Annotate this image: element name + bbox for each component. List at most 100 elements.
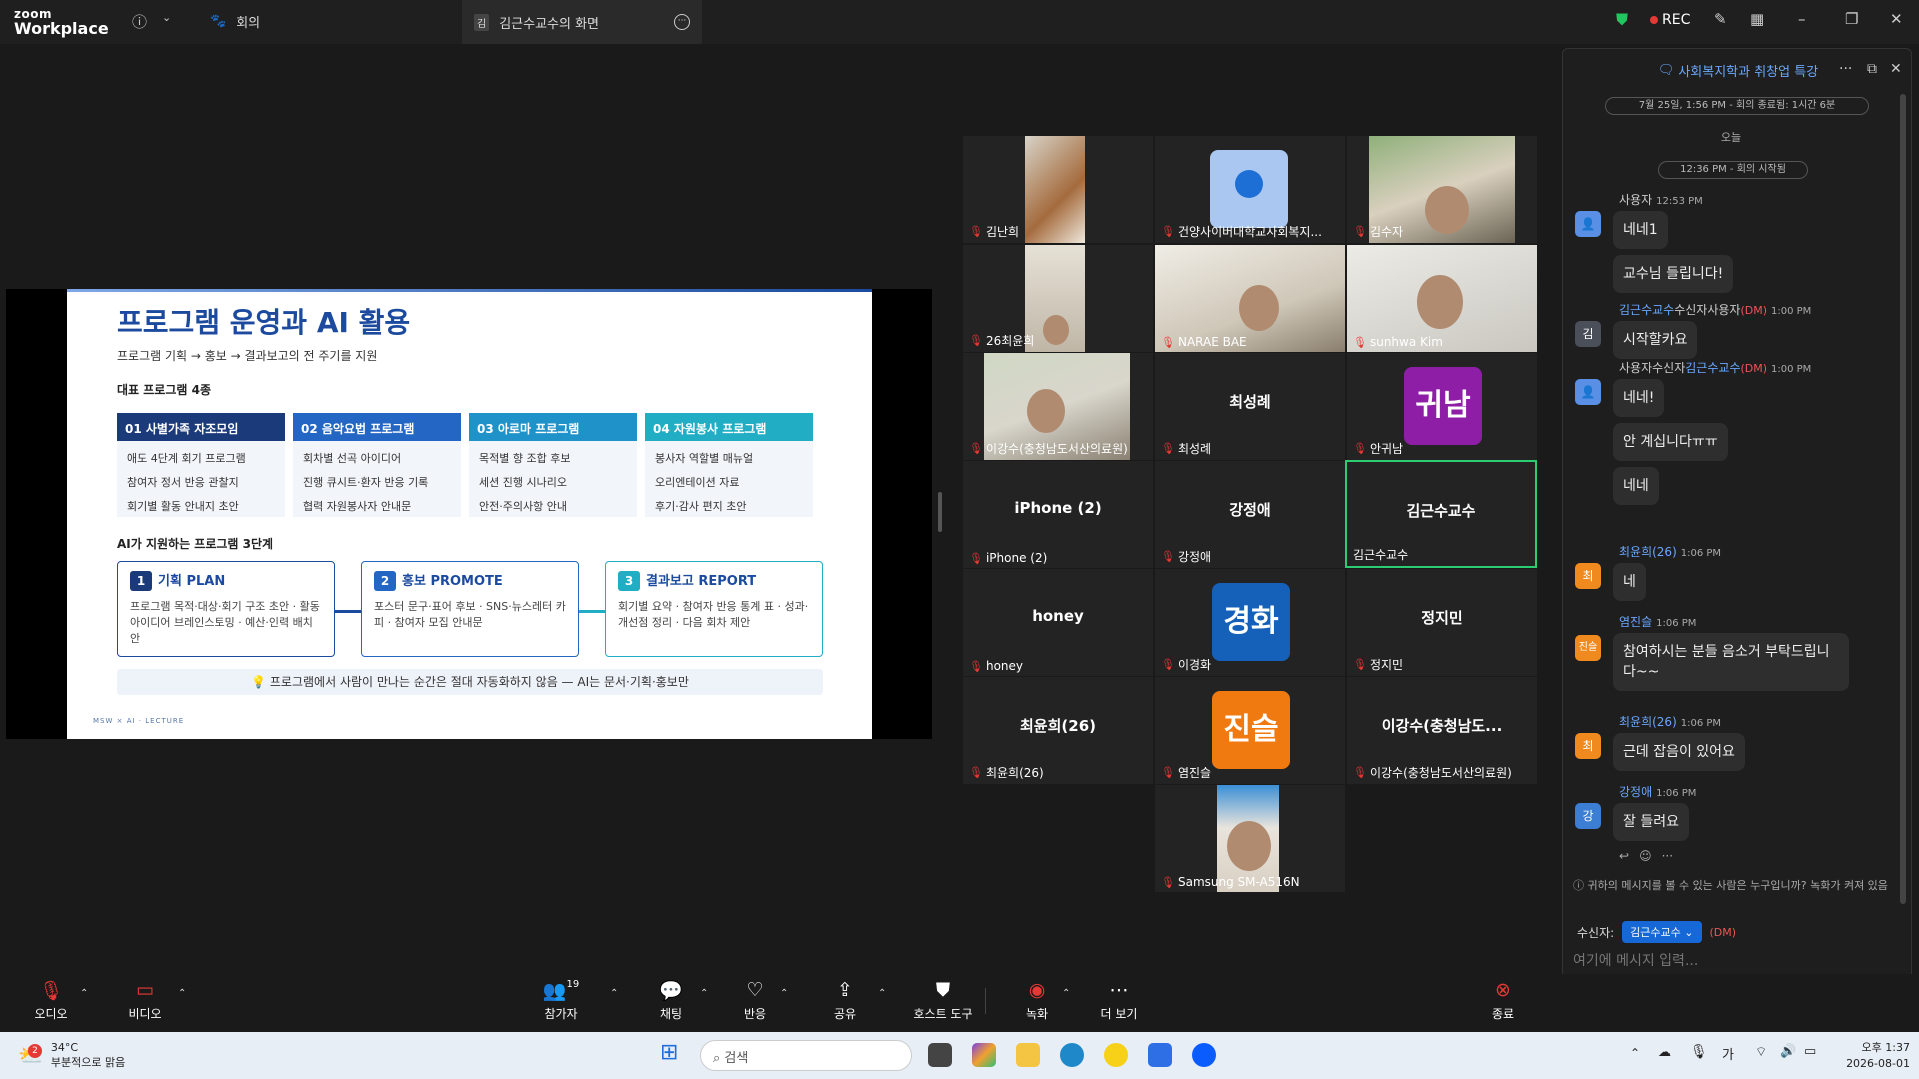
volume-icon[interactable]: 🔊	[1780, 1044, 1796, 1059]
caret-up-icon[interactable]: ⌃	[178, 988, 186, 999]
participant-tile[interactable]: iPhone (2) 🎙 iPhone (2)	[963, 461, 1153, 568]
view-icon[interactable]: ▦	[1750, 10, 1764, 28]
wifi-icon[interactable]: ⌔	[1755, 1044, 1767, 1060]
share-button[interactable]: ⇪ 공유	[810, 979, 880, 1022]
record-dot-icon	[1650, 16, 1658, 24]
info-icon[interactable]: ⓘ	[132, 11, 147, 32]
participant-tile[interactable]: 🎙 김난희	[963, 136, 1153, 243]
annotate-icon[interactable]: ✎	[1714, 10, 1727, 28]
minimize-icon[interactable]: –	[1798, 10, 1806, 28]
video-button[interactable]: ▭ 비디오	[110, 979, 180, 1022]
participants-label: 참가자	[544, 1007, 578, 1021]
chevron-down-icon[interactable]: ⌄	[162, 11, 171, 24]
ime-indicator[interactable]: 가	[1722, 1044, 1734, 1063]
chat-message[interactable]: 네	[1613, 563, 1646, 601]
mic-icon[interactable]: 🎙	[1690, 1044, 1708, 1060]
shield-icon[interactable]: ⛊	[1616, 10, 1628, 30]
restore-icon[interactable]: ❐	[1845, 10, 1858, 28]
chat-message[interactable]: 근데 잡음이 있어요	[1613, 733, 1745, 771]
more-button[interactable]: ⋯ 더 보기	[1084, 979, 1154, 1022]
record-button[interactable]: ◉ 녹화	[1002, 979, 1072, 1022]
chat-message[interactable]: 교수님 들립니다!	[1613, 255, 1734, 293]
participant-tile[interactable]: 정지민 🎙 정지민	[1347, 569, 1537, 676]
share-tab[interactable]: 김 김근수교수의 화면 ···	[462, 0, 702, 44]
chevron-up-icon[interactable]: ⌃	[1630, 1046, 1640, 1060]
chat-input[interactable]	[1573, 947, 1903, 975]
participant-tile[interactable]: 최윤희(26) 🎙 최윤희(26)	[963, 677, 1153, 784]
chat-message[interactable]: 네네!	[1613, 379, 1665, 417]
participant-tile[interactable]: 🎙 Samsung SM-A516N	[1155, 785, 1345, 892]
battery-icon[interactable]: ▭	[1804, 1044, 1816, 1059]
weather-widget[interactable]: ⛅2 34°C 부분적으로 맑음	[18, 1040, 125, 1070]
kakaotalk-icon[interactable]	[1104, 1043, 1128, 1067]
close-icon[interactable]: ✕	[1890, 10, 1903, 28]
emoji-icon[interactable]: ☺	[1639, 849, 1652, 863]
chat-message[interactable]: 시작할카요	[1613, 321, 1698, 359]
caret-up-icon[interactable]: ⌃	[80, 988, 88, 999]
edge-icon[interactable]	[1060, 1043, 1084, 1067]
reply-icon[interactable]: ↩	[1619, 849, 1629, 863]
caret-up-icon[interactable]: ⌃	[878, 988, 886, 999]
participant-tile-active-speaker[interactable]: 김근수교수 김근수교수	[1345, 460, 1537, 568]
host-tools-button[interactable]: ⛊ 호스트 도구	[898, 979, 988, 1022]
meeting-tab[interactable]: 🐾 회의	[210, 12, 260, 31]
participant-tile[interactable]: 🎙 26최윤희	[963, 245, 1153, 352]
participant-tile[interactable]: 이강수(충청남도... 🎙 이강수(충청남도서산의료원)	[1347, 677, 1537, 784]
video-feed	[1025, 136, 1085, 243]
caret-up-icon[interactable]: ⌃	[780, 988, 788, 999]
participant-tile[interactable]: 🎙 건양사이버대학교사회복지...	[1155, 136, 1345, 243]
more-options-icon[interactable]: ···	[1839, 61, 1852, 77]
sender-name: 김근수교수	[1619, 303, 1675, 317]
title-bar: zoom Workplace ⓘ ⌄ 🐾 회의 김 김근수교수의 화면 ··· …	[0, 0, 1919, 44]
media-player-icon[interactable]	[1148, 1043, 1172, 1067]
participant-name: 안귀남	[1369, 442, 1404, 456]
chat-message[interactable]: 참여하시는 분들 음소거 부탁드립니다~~	[1613, 633, 1849, 691]
participant-tile[interactable]: 경화 🎙 이경화	[1155, 569, 1345, 676]
participant-tile[interactable]: 🎙 김수자	[1347, 136, 1537, 243]
chat-bubble-icon: 🗨	[1657, 62, 1675, 78]
taskbar-clock[interactable]: 오후 1:37 2026-08-01	[1830, 1040, 1910, 1072]
split-handle[interactable]	[938, 492, 942, 532]
participant-tile[interactable]: 강정애 🎙 강정애	[1155, 461, 1345, 568]
participant-tile[interactable]: 🎙 NARAE BAE	[1155, 245, 1345, 352]
chat-button[interactable]: 💬 채팅	[636, 979, 706, 1022]
chat-message[interactable]: 잘 들려요	[1613, 803, 1689, 841]
recipient-select[interactable]: 김근수교수 ⌄	[1622, 921, 1702, 943]
chat-message[interactable]: 안 계십니다ㅠㅠ	[1613, 423, 1728, 461]
sender-name: 강정애	[1619, 785, 1653, 799]
pop-out-icon[interactable]: ⧉	[1867, 61, 1877, 77]
search-icon: ⌕	[713, 1051, 721, 1066]
copilot-icon[interactable]	[972, 1043, 996, 1067]
participant-tile[interactable]: 🎙 sunhwa Kim	[1347, 245, 1537, 352]
reactions-button[interactable]: ♡ 반응	[720, 979, 790, 1022]
participant-tile[interactable]: 진슬 🎙 염진슬	[1155, 677, 1345, 784]
caret-up-icon[interactable]: ⌃	[700, 988, 708, 999]
windows-start-icon[interactable]: ⊞	[660, 1040, 678, 1065]
more-icon[interactable]: ···	[1662, 849, 1673, 863]
participant-tile[interactable]: honey 🎙 honey	[963, 569, 1153, 676]
close-chat-icon[interactable]: ✕	[1890, 61, 1902, 77]
more-icon[interactable]: ···	[674, 14, 690, 30]
participant-face	[1027, 389, 1065, 433]
taskbar-search[interactable]: ⌕ 검색	[700, 1040, 912, 1071]
participant-tile[interactable]: 🎙 이강수(충청남도서산의료원)	[963, 353, 1153, 460]
participant-tile[interactable]: 귀남 🎙 안귀남	[1347, 353, 1537, 460]
task-view-icon[interactable]	[928, 1043, 952, 1067]
temperature: 34°C	[50, 1041, 79, 1054]
chat-message[interactable]: 네네	[1613, 467, 1659, 505]
caret-up-icon[interactable]: ⌃	[1062, 988, 1070, 999]
network-icon[interactable]: ☁	[1658, 1045, 1671, 1060]
chat-scrollbar[interactable]	[1900, 94, 1906, 904]
chat-header: 🗨 사회복지학과 취창업 특강 ··· ⧉ ✕	[1563, 49, 1913, 91]
file-explorer-icon[interactable]	[1016, 1043, 1040, 1067]
chat-message[interactable]: 네네1	[1613, 211, 1668, 249]
end-button[interactable]: ⊗ 종료	[1468, 979, 1538, 1022]
rec-indicator[interactable]: REC	[1650, 12, 1690, 28]
zoom-app-icon[interactable]	[1192, 1043, 1216, 1067]
audio-label: 오디오	[34, 1007, 68, 1021]
participant-tile[interactable]: 최성례 🎙 최성례	[1155, 353, 1345, 460]
caret-up-icon[interactable]: ⌃	[610, 988, 618, 999]
participants-button[interactable]: 👥19 참가자	[526, 979, 596, 1022]
audio-button[interactable]: 🎙 오디오	[16, 979, 86, 1022]
participant-face	[1043, 315, 1069, 345]
